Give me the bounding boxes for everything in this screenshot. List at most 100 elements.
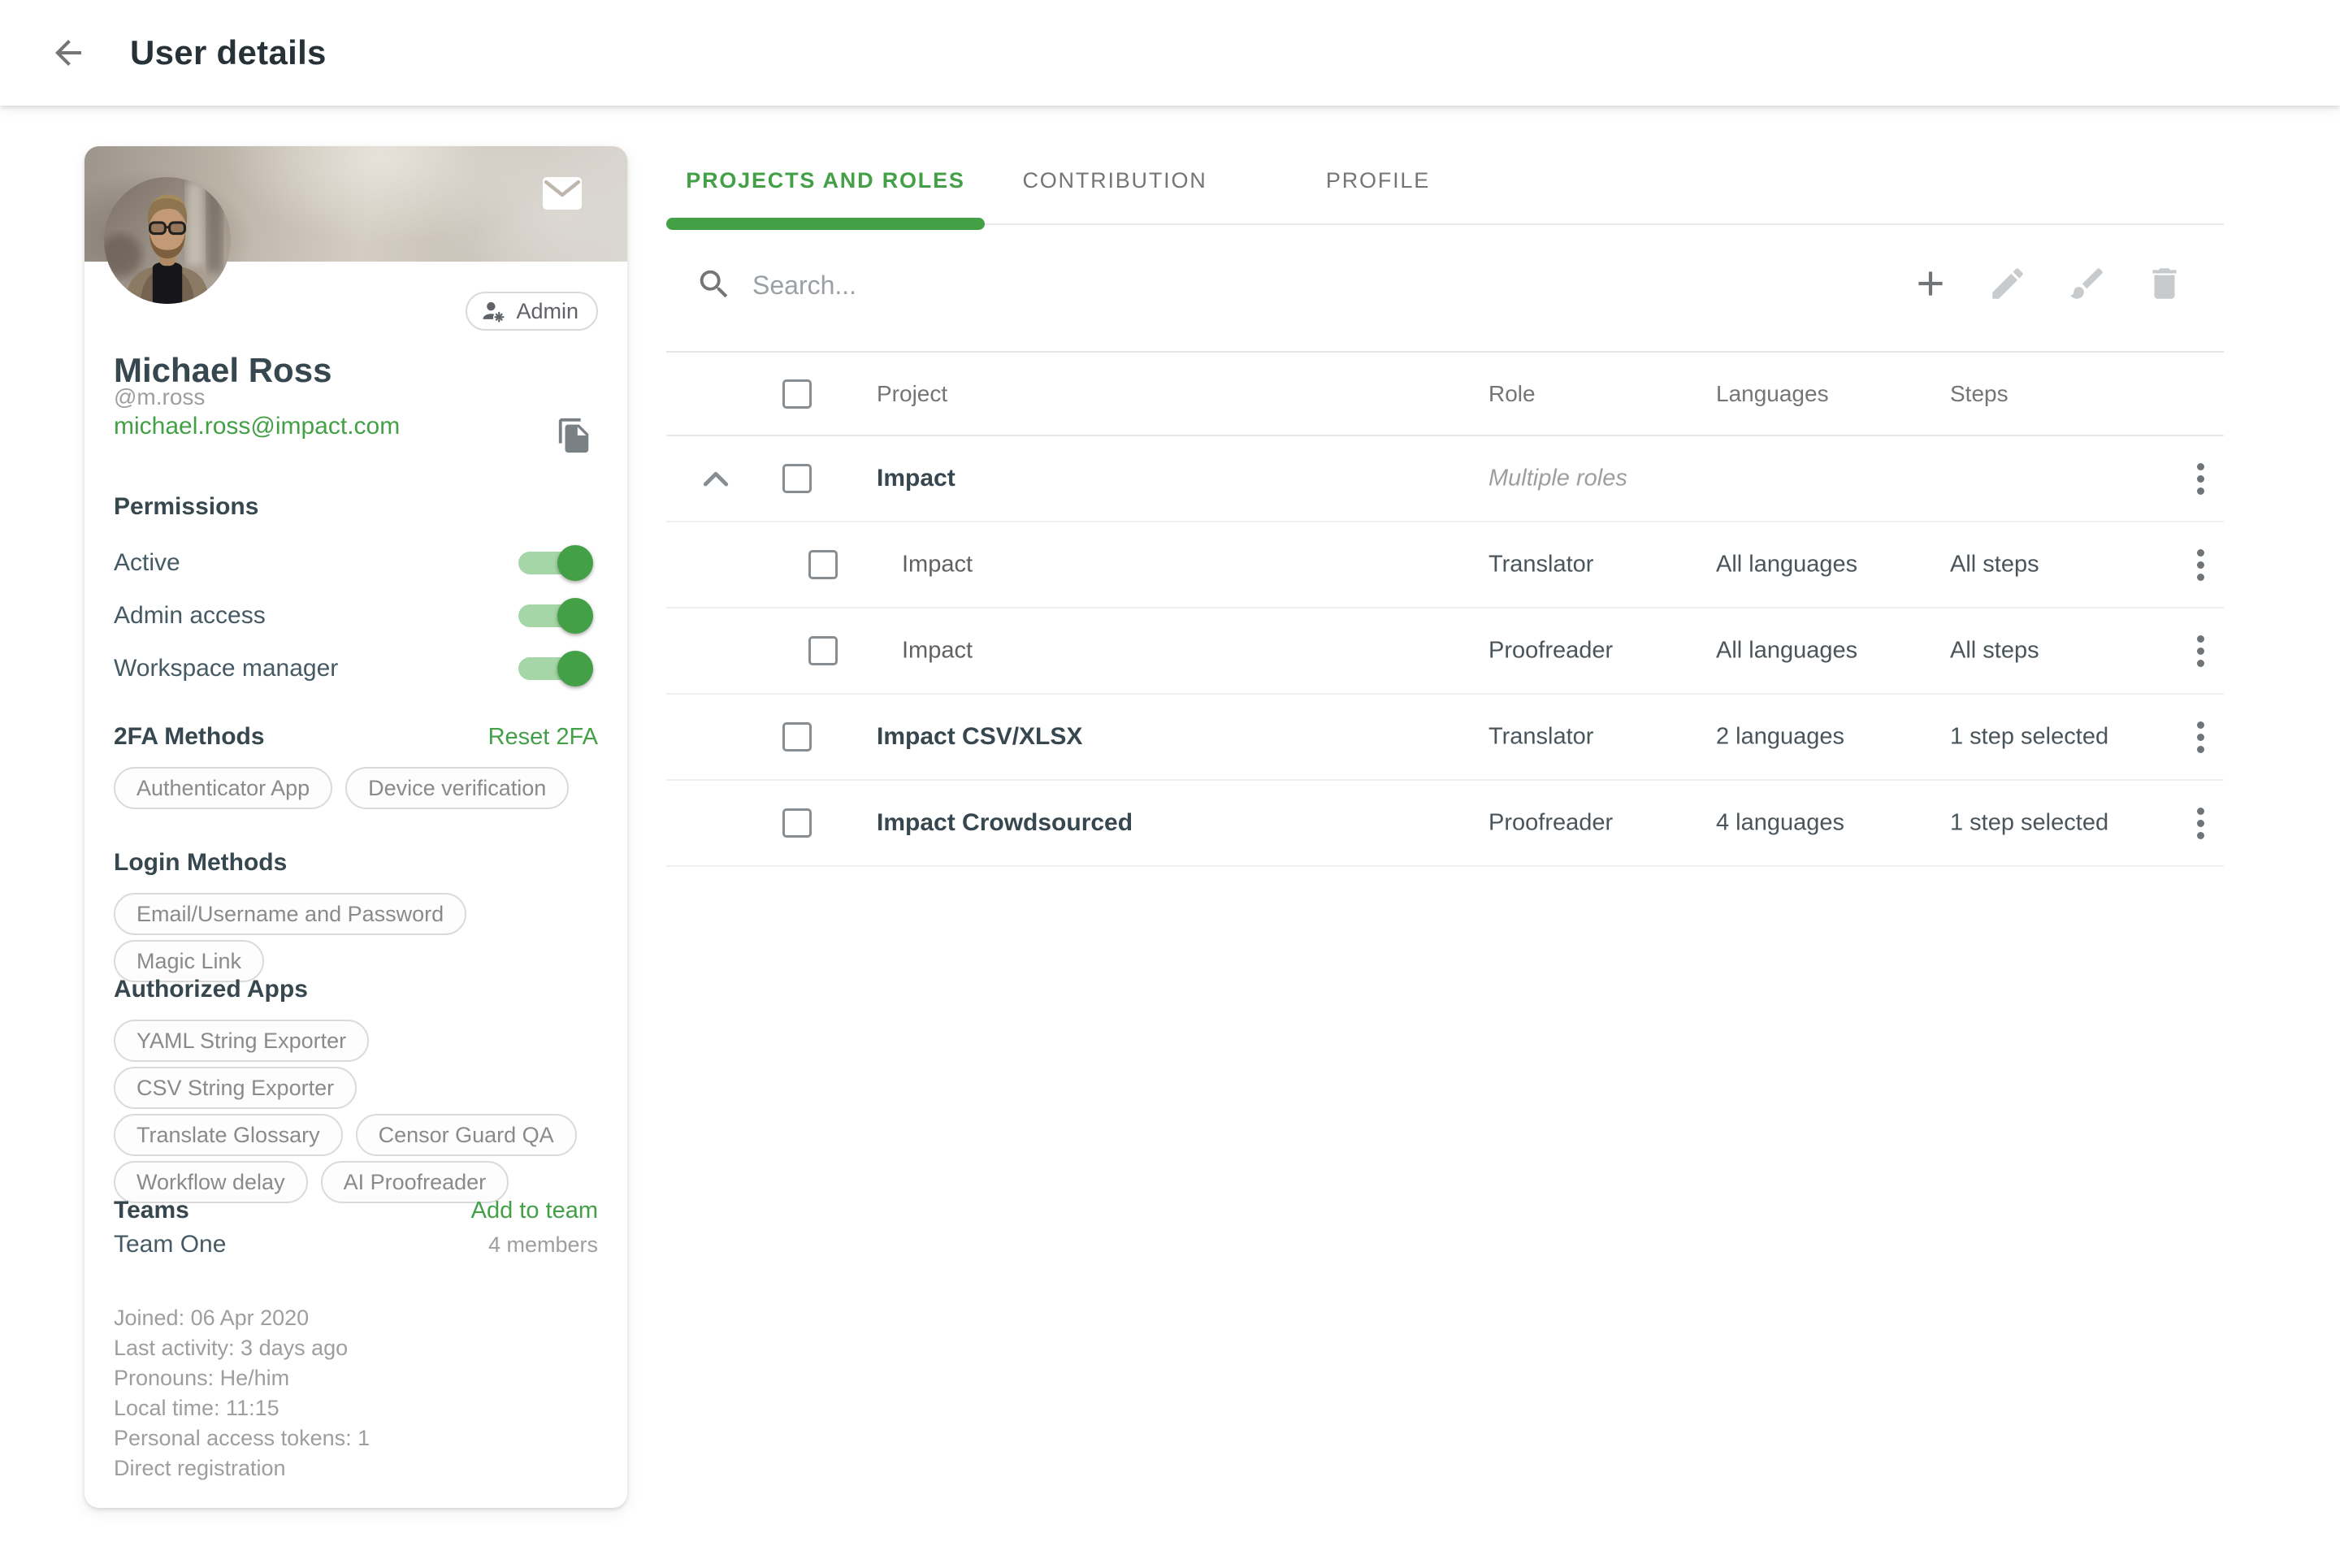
row-checkbox[interactable]: [808, 636, 838, 665]
admin-person-gear-icon: [480, 298, 506, 324]
table-row[interactable]: Impact CSV/XLSX Translator 2 languages 1…: [666, 695, 2224, 781]
edit-button[interactable]: [1987, 263, 2028, 304]
brush-icon: [2067, 263, 2108, 304]
mail-icon: [541, 175, 583, 211]
pencil-icon: [1987, 263, 2028, 304]
search-icon: [696, 266, 733, 303]
project-name: Impact CSV/XLSX: [877, 723, 1082, 751]
row-menu-button[interactable]: [2181, 459, 2220, 498]
teams-header: Teams Add to team: [114, 1196, 598, 1225]
team-list-item[interactable]: Team One 4 members: [114, 1232, 598, 1258]
project-name: Impact Crowdsourced: [877, 809, 1133, 837]
team-name: Team One: [114, 1232, 226, 1258]
twofa-methods: Authenticator App Device verification: [114, 767, 598, 809]
row-menu-button[interactable]: [2181, 717, 2220, 756]
table-row[interactable]: Impact Translator All languages All step…: [666, 522, 2224, 609]
authorized-apps-heading: Authorized Apps: [114, 975, 598, 1004]
back-arrow-icon: [49, 33, 88, 72]
app-chip: Translate Glossary: [114, 1114, 343, 1156]
project-name: Impact: [902, 638, 973, 665]
app-chip: Censor Guard QA: [356, 1114, 577, 1156]
app-chip: CSV String Exporter: [114, 1067, 357, 1109]
copy-email-button[interactable]: [554, 416, 595, 457]
add-to-team-link[interactable]: Add to team: [471, 1198, 598, 1224]
project-name: Impact: [877, 465, 956, 492]
table-header-row: Project Role Languages Steps: [666, 353, 2224, 436]
meta-last-activity: Last activity: 3 days ago: [114, 1333, 598, 1363]
meta-local-time: Local time: 11:15: [114, 1393, 598, 1423]
reset-2fa-link[interactable]: Reset 2FA: [488, 724, 598, 751]
user-email-link[interactable]: michael.ross@impact.com: [114, 411, 598, 442]
role-value: Proofreader: [1488, 638, 1613, 665]
toggle-label: Workspace manager: [114, 655, 338, 682]
steps-value: All steps: [1950, 638, 2039, 665]
trash-icon: [2144, 263, 2185, 304]
collapse-row-button[interactable]: [702, 469, 730, 488]
role-value: Translator: [1488, 724, 1593, 751]
row-checkbox[interactable]: [808, 550, 838, 579]
column-header-role: Role: [1488, 381, 1536, 407]
chevron-up-icon: [702, 469, 730, 488]
permissions-toggles: Active Admin access Workspace manager: [114, 536, 598, 695]
row-checkbox[interactable]: [782, 808, 812, 838]
team-members-count: 4 members: [488, 1232, 598, 1258]
twofa-header: 2FA Methods Reset 2FA: [114, 722, 598, 752]
meta-joined: Joined: 06 Apr 2020: [114, 1303, 598, 1333]
languages-value: All languages: [1716, 638, 1857, 665]
column-header-languages: Languages: [1716, 381, 1829, 407]
app-header: User details: [0, 0, 2340, 106]
table-row[interactable]: Impact Proofreader All languages All ste…: [666, 609, 2224, 695]
tab-contribution[interactable]: CONTRIBUTION: [985, 138, 1245, 223]
steps-value: 1 step selected: [1950, 810, 2108, 837]
project-name: Impact: [902, 552, 973, 578]
languages-value: 4 languages: [1716, 810, 1844, 837]
page-title: User details: [130, 33, 327, 72]
add-button[interactable]: [1910, 263, 1951, 304]
tab-projects-and-roles[interactable]: PROJECTS AND ROLES: [666, 138, 985, 223]
admin-badge-label: Admin: [516, 299, 578, 324]
meta-access-tokens: Personal access tokens: 1: [114, 1423, 598, 1453]
app-chip: YAML String Exporter: [114, 1020, 369, 1062]
tab-profile[interactable]: PROFILE: [1245, 138, 1511, 223]
column-header-project: Project: [877, 381, 947, 407]
twofa-method-chip: Authenticator App: [114, 767, 332, 809]
row-checkbox[interactable]: [782, 722, 812, 752]
avatar-photo: [104, 177, 231, 304]
toggle-row-admin-access: Admin access: [114, 589, 598, 642]
steps-value: All steps: [1950, 552, 2039, 578]
authorized-apps: YAML String Exporter CSV String Exporter…: [114, 1020, 598, 1203]
row-menu-button[interactable]: [2181, 803, 2220, 842]
table-row[interactable]: Impact Multiple roles: [666, 436, 2224, 522]
back-button[interactable]: [46, 30, 91, 76]
table-row[interactable]: Impact Crowdsourced Proofreader 4 langua…: [666, 781, 2224, 867]
meta-registration: Direct registration: [114, 1453, 598, 1484]
send-email-button[interactable]: [541, 175, 583, 211]
delete-button[interactable]: [2144, 263, 2185, 304]
toggle-label: Active: [114, 549, 180, 577]
role-value: Proofreader: [1488, 810, 1613, 837]
tab-bar: PROJECTS AND ROLES CONTRIBUTION PROFILE: [666, 138, 2224, 225]
copy-icon: [556, 417, 593, 454]
row-checkbox[interactable]: [782, 464, 812, 493]
admin-access-toggle[interactable]: [515, 598, 593, 634]
role-value: Multiple roles: [1488, 466, 1627, 492]
row-menu-button[interactable]: [2181, 631, 2220, 670]
user-meta: Joined: 06 Apr 2020 Last activity: 3 day…: [114, 1303, 598, 1484]
workspace-manager-toggle[interactable]: [515, 651, 593, 687]
role-value: Translator: [1488, 552, 1593, 578]
active-toggle[interactable]: [515, 545, 593, 581]
row-menu-button[interactable]: [2181, 545, 2220, 584]
login-methods: Email/Username and Password Magic Link: [114, 893, 598, 982]
meta-pronouns: Pronouns: He/him: [114, 1363, 598, 1393]
permissions-heading: Permissions: [114, 492, 598, 522]
admin-badge: Admin: [466, 292, 598, 331]
login-methods-heading: Login Methods: [114, 848, 598, 877]
toggle-row-active: Active: [114, 536, 598, 589]
user-handle: @m.ross: [114, 383, 598, 411]
steps-value: 1 step selected: [1950, 724, 2108, 751]
search-input[interactable]: [751, 262, 1482, 308]
languages-value: 2 languages: [1716, 724, 1844, 751]
select-all-checkbox[interactable]: [782, 379, 812, 409]
clear-filters-button[interactable]: [2067, 263, 2108, 304]
projects-panel: PROJECTS AND ROLES CONTRIBUTION PROFILE: [666, 138, 2224, 867]
